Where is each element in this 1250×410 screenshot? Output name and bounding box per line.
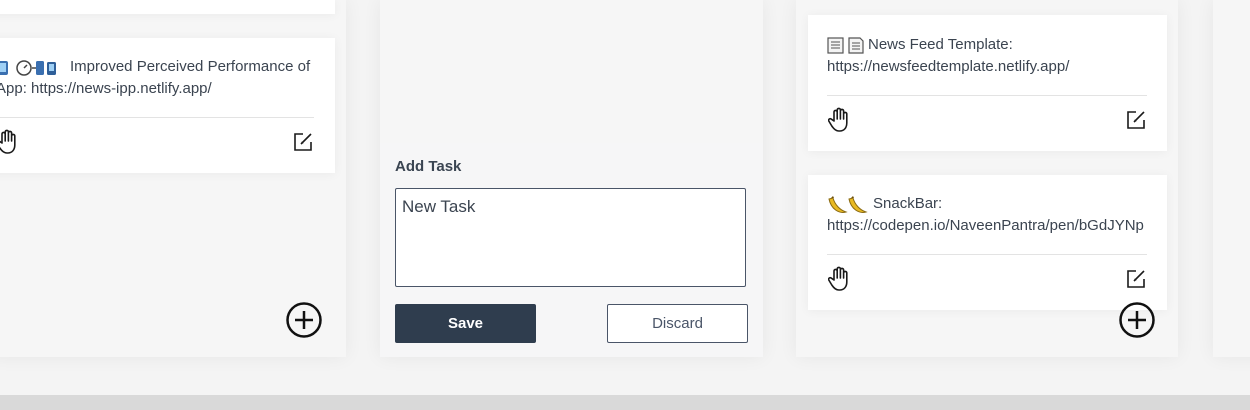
document-pages-icon — [827, 37, 864, 54]
task-text-line1: News Feed Template: — [868, 36, 1013, 53]
edit-icon[interactable] — [1125, 109, 1147, 131]
card-divider — [827, 254, 1147, 255]
task-text-line1: SnackBar: — [873, 195, 943, 212]
task-card[interactable]: SnackBar: https://codepen.io/NaveenPantr… — [808, 175, 1167, 310]
task-card-top-partial[interactable] — [0, 0, 335, 14]
tablet-icon — [0, 60, 56, 76]
task-text-line1: Improved Perceived Performance of — [70, 58, 311, 75]
banana-icon — [828, 196, 868, 213]
drag-hand-icon[interactable] — [828, 107, 850, 133]
drag-hand-icon[interactable] — [0, 129, 18, 155]
kanban-board: Improved Perceived Performance of App: h… — [0, 0, 1250, 395]
discard-button[interactable]: Discard — [607, 304, 748, 343]
edit-icon[interactable] — [292, 131, 314, 153]
add-task-plus-icon[interactable] — [1119, 302, 1155, 338]
task-text-line2: App: https://news-ipp.netlify.app/ — [0, 80, 212, 97]
card-divider — [0, 117, 314, 118]
card-divider — [827, 95, 1147, 96]
add-task-plus-icon[interactable] — [286, 302, 322, 338]
column-right: News Feed Template: https://newsfeedtemp… — [796, 0, 1178, 357]
task-card[interactable]: News Feed Template: https://newsfeedtemp… — [808, 15, 1167, 151]
edit-icon[interactable] — [1125, 268, 1147, 290]
column-left: Improved Perceived Performance of App: h… — [0, 0, 346, 357]
new-task-input[interactable]: New Task — [395, 188, 746, 287]
task-text-line2: https://newsfeedtemplate.netlify.app/ — [827, 58, 1070, 75]
add-task-panel: Add Task New Task Save Discard — [380, 143, 763, 357]
drag-hand-icon[interactable] — [828, 266, 850, 292]
horizontal-scrollbar[interactable] — [0, 395, 1250, 410]
task-text-line2: https://codepen.io/NaveenPantra/pen/bGdJ… — [827, 217, 1144, 234]
add-task-label: Add Task — [395, 158, 462, 175]
task-card[interactable]: Improved Perceived Performance of App: h… — [0, 38, 335, 173]
column-next-partial — [1213, 0, 1250, 357]
save-button[interactable]: Save — [395, 304, 536, 343]
